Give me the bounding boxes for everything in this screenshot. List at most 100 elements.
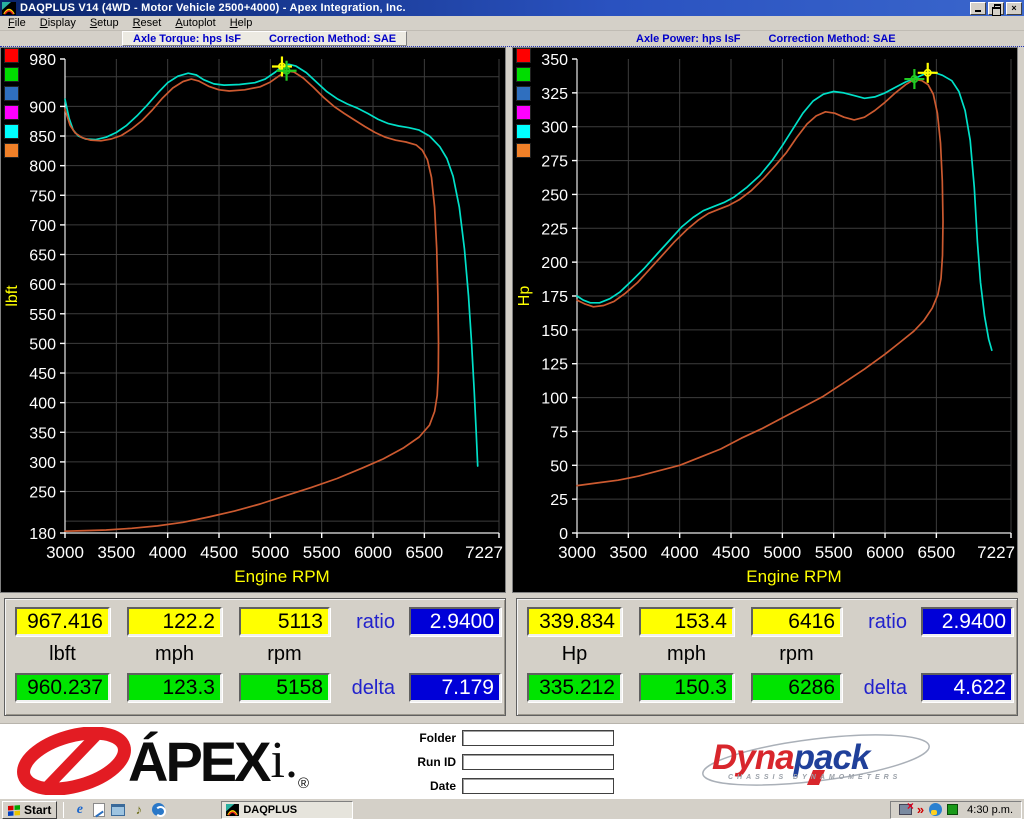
x-tick-label: 5500 [815, 543, 853, 562]
power-readout-panel: 339.834 153.4 6416 ratio 2.9400 Hp mph r… [516, 598, 1018, 716]
torque-readout-panel: 967.416 122.2 5113 ratio 2.9400 lbft mph… [4, 598, 506, 716]
torque-chart-header: Axle Torque: hps IsF Correction Method: … [122, 31, 407, 46]
y-tick-label: 125 [541, 357, 568, 374]
chart-region: 9809008508007507006506005505004504003503… [0, 47, 1024, 593]
y-tick-label: 350 [541, 52, 568, 69]
y-tick-label: 75 [550, 424, 568, 441]
torque-chart-panel[interactable]: 9809008508007507006506005505004504003503… [0, 47, 506, 593]
legend-swatch-cyan[interactable] [4, 124, 19, 139]
sae-corrected-power-curve [577, 73, 992, 351]
fast-forward-icon[interactable]: » [917, 803, 924, 816]
y-tick-label: 175 [541, 289, 568, 306]
folder-label: Folder [398, 731, 456, 745]
date-input[interactable] [462, 778, 614, 794]
msn-icon[interactable] [152, 803, 165, 816]
registered-mark: ® [298, 775, 309, 792]
legend-swatch-green[interactable] [516, 67, 531, 82]
close-button[interactable]: × [1006, 2, 1022, 15]
legend-swatch-blue[interactable] [4, 86, 19, 101]
legend-swatch-cyan[interactable] [516, 124, 531, 139]
y-tick-label: 300 [541, 120, 568, 137]
legend-swatch-red[interactable] [516, 48, 531, 63]
mail-icon[interactable] [93, 803, 105, 817]
y-tick-label: 250 [541, 187, 568, 204]
y-axis-title: Hp [516, 286, 533, 307]
app-tray-icon[interactable] [947, 804, 958, 815]
clock: 4:30 p.m. [967, 804, 1013, 816]
x-tick-label: 6000 [354, 543, 392, 562]
network-error-icon[interactable] [899, 804, 912, 815]
power-unit-label: Hp [527, 643, 622, 666]
axle-torque-legend [4, 48, 20, 162]
daqplus-task-button[interactable]: DAQPLUS [221, 801, 353, 819]
rpm-unit-label: rpm [751, 643, 842, 666]
folder-input[interactable] [462, 730, 614, 746]
footer: ÁPEX i. ® Folder Run ID Date Dynapack CH… [0, 723, 1024, 798]
date-field-row: Date [398, 778, 614, 794]
y-tick-label: 25 [550, 492, 568, 509]
axle-torque-plot: 9809008508007507006506005505004504003503… [1, 48, 505, 592]
cursor1-speed-value: 153.4 [639, 607, 734, 636]
y-tick-label: 180 [29, 526, 56, 543]
torque-chart-title: Axle Torque: hps IsF [133, 33, 241, 45]
ratio-value: 2.9400 [921, 607, 1013, 636]
windows-flag-icon [8, 804, 21, 816]
start-button[interactable]: Start [2, 801, 57, 819]
y-axis-title: lbft [4, 285, 21, 307]
taskbar-separator [63, 802, 64, 818]
menu-reset[interactable]: Reset [126, 17, 169, 29]
legend-swatch-blue[interactable] [516, 86, 531, 101]
y-tick-label: 650 [29, 248, 56, 265]
y-tick-label: 750 [29, 188, 56, 205]
cursor2-speed-value: 150.3 [639, 673, 734, 702]
axle-power-legend [516, 48, 532, 162]
minimize-icon [975, 10, 981, 12]
legend-swatch-orange[interactable] [4, 143, 19, 158]
legend-swatch-orange[interactable] [516, 143, 531, 158]
y-tick-label: 980 [29, 52, 56, 69]
power-chart-panel[interactable]: 3503253002752502252001751501251007550250… [512, 47, 1018, 593]
menu-setup[interactable]: Setup [83, 17, 126, 29]
power-chart-header: Axle Power: hps IsF Correction Method: S… [636, 31, 896, 46]
delta-value: 7.179 [409, 673, 501, 702]
menu-display[interactable]: Display [33, 17, 83, 29]
legend-swatch-green[interactable] [4, 67, 19, 82]
y-tick-label: 275 [541, 154, 568, 171]
ratio-value: 2.9400 [409, 607, 501, 636]
x-tick-label: 4000 [661, 543, 699, 562]
y-tick-label: 200 [541, 255, 568, 272]
apex-swoosh-icon [14, 727, 142, 795]
title-bar: DAQPLUS V14 (4WD - Motor Vehicle 2500+40… [0, 0, 1024, 16]
y-tick-label: 900 [29, 99, 56, 116]
cursor1-speed-value: 122.2 [127, 607, 222, 636]
readout-region: 967.416 122.2 5113 ratio 2.9400 lbft mph… [0, 593, 1024, 723]
runid-input[interactable] [462, 754, 614, 770]
ie-icon[interactable]: e [72, 802, 87, 817]
desktop-icon[interactable] [111, 804, 125, 816]
menu-autoplot[interactable]: Autoplot [168, 17, 222, 29]
legend-swatch-magenta[interactable] [4, 105, 19, 120]
measured-power-with-rundown-curve [577, 79, 943, 485]
x-tick-label: 4500 [712, 543, 750, 562]
menu-help[interactable]: Help [223, 17, 260, 29]
x-tick-label: 6500 [917, 543, 955, 562]
legend-swatch-red[interactable] [4, 48, 19, 63]
apex-wordmark: ÁPEX [128, 729, 269, 794]
x-tick-label: 5500 [303, 543, 341, 562]
restore-button[interactable] [988, 2, 1004, 15]
legend-swatch-magenta[interactable] [516, 105, 531, 120]
media-icon[interactable]: ♪ [131, 802, 146, 817]
x-tick-label: 5000 [251, 543, 289, 562]
torque-correction-method: Correction Method: SAE [269, 33, 396, 45]
y-tick-label: 250 [29, 485, 56, 502]
y-tick-label: 600 [29, 277, 56, 294]
minimize-button[interactable] [970, 2, 986, 15]
menu-file[interactable]: File [1, 17, 33, 29]
x-tick-label: 3500 [609, 543, 647, 562]
x-tick-label: 3500 [97, 543, 135, 562]
update-icon[interactable] [929, 803, 942, 816]
y-tick-label: 300 [29, 455, 56, 472]
axle-power-plot: 3503253002752502252001751501251007550250… [513, 48, 1017, 592]
apexi-logo: ÁPEX i. ® [14, 726, 309, 796]
runid-field-row: Run ID [398, 754, 614, 770]
